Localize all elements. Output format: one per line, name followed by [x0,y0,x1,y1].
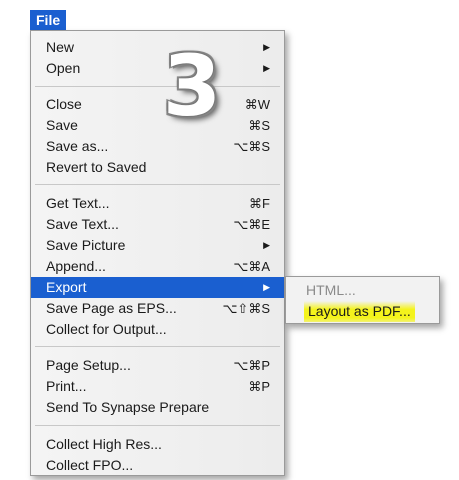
menu-item-collect-for-output[interactable]: Collect for Output... [31,319,284,340]
menu-item-shortcut: ⌥⌘A [233,259,270,274]
menu-item-label: Save [46,117,78,133]
menu-item-collect-high-res[interactable]: Collect High Res... [31,434,284,455]
menu-item-save-as[interactable]: Save as... ⌥⌘S [31,136,284,157]
menu-item-collect-fpo[interactable]: Collect FPO... [31,455,284,476]
file-menu-title[interactable]: File [30,10,67,30]
menu-item-shortcut: ⌥⇧⌘S [222,301,270,316]
step-number-badge: 3 [162,37,222,135]
submenu-arrow-icon: ▶ [263,240,270,250]
menu-item-close[interactable]: Close ⌘W [31,94,284,115]
menu-item-print[interactable]: Print... ⌘P [31,376,284,397]
menu-item-label: Collect for Output... [46,321,167,337]
menu-item-label: Close [46,96,82,112]
menu-item-shortcut: ⌥⌘E [233,217,270,232]
menu-item-open[interactable]: Open ▶ [31,58,284,79]
menu-separator [35,86,280,87]
menu-item-shortcut: ⌘F [249,196,270,211]
menu-item-save-page-as-eps[interactable]: Save Page as EPS... ⌥⇧⌘S [31,298,284,319]
menu-item-send-to-synapse-prepare[interactable]: Send To Synapse Prepare [31,397,284,418]
menu-item-label: Append... [46,258,106,274]
menu-item-label: Export [46,279,87,295]
submenu-item-label: HTML... [306,282,356,298]
menu-separator [35,425,280,426]
menu-item-label: Print... [46,378,87,394]
submenu-item-layout-as-pdf[interactable]: Layout as PDF... [286,301,439,322]
menu-item-new[interactable]: New ▶ [31,37,284,58]
menu-item-save[interactable]: Save ⌘S [31,115,284,136]
menu-item-page-setup[interactable]: Page Setup... ⌥⌘P [31,355,284,376]
menu-item-shortcut: ⌘S [248,118,270,133]
menu-item-shortcut: ⌥⌘S [233,139,270,154]
menu-item-label: Page Setup... [46,357,131,373]
menu-item-export[interactable]: Export ▶ [31,277,284,298]
menu-item-label: Save Text... [46,216,119,232]
menu-separator [35,346,280,347]
menu-item-revert-to-saved[interactable]: Revert to Saved [31,157,284,178]
menu-item-get-text[interactable]: Get Text... ⌘F [31,193,284,214]
menu-item-label: Save as... [46,138,109,154]
menu-item-shortcut: ⌘W [244,97,270,112]
menu-item-label: Save Picture [46,237,126,253]
menu-item-label: Open [46,60,81,76]
menu-item-label: Send To Synapse Prepare [46,399,210,415]
menu-separator [35,184,280,185]
submenu-item-label: Layout as PDF... [304,301,415,322]
submenu-arrow-icon: ▶ [263,63,270,73]
menu-item-label: Save Page as EPS... [46,300,177,316]
submenu-arrow-icon: ▶ [263,42,270,52]
menu-item-label: Revert to Saved [46,159,147,175]
menu-item-shortcut: ⌘P [248,379,270,394]
menu-item-save-text[interactable]: Save Text... ⌥⌘E [31,214,284,235]
menu-item-label: Collect High Res... [46,436,162,452]
menu-item-label: New [46,39,75,55]
menu-item-save-picture[interactable]: Save Picture ▶ [31,235,284,256]
submenu-item-html: HTML... [286,280,439,301]
export-submenu: HTML... Layout as PDF... [285,276,440,324]
menu-item-shortcut: ⌥⌘P [233,358,270,373]
menu-item-label: Get Text... [46,195,110,211]
file-menu: New ▶ Open ▶ Close ⌘W Save ⌘S Save as...… [30,30,285,476]
menu-item-append[interactable]: Append... ⌥⌘A [31,256,284,277]
menu-item-label: Collect FPO... [46,457,134,473]
submenu-arrow-icon: ▶ [263,282,270,292]
